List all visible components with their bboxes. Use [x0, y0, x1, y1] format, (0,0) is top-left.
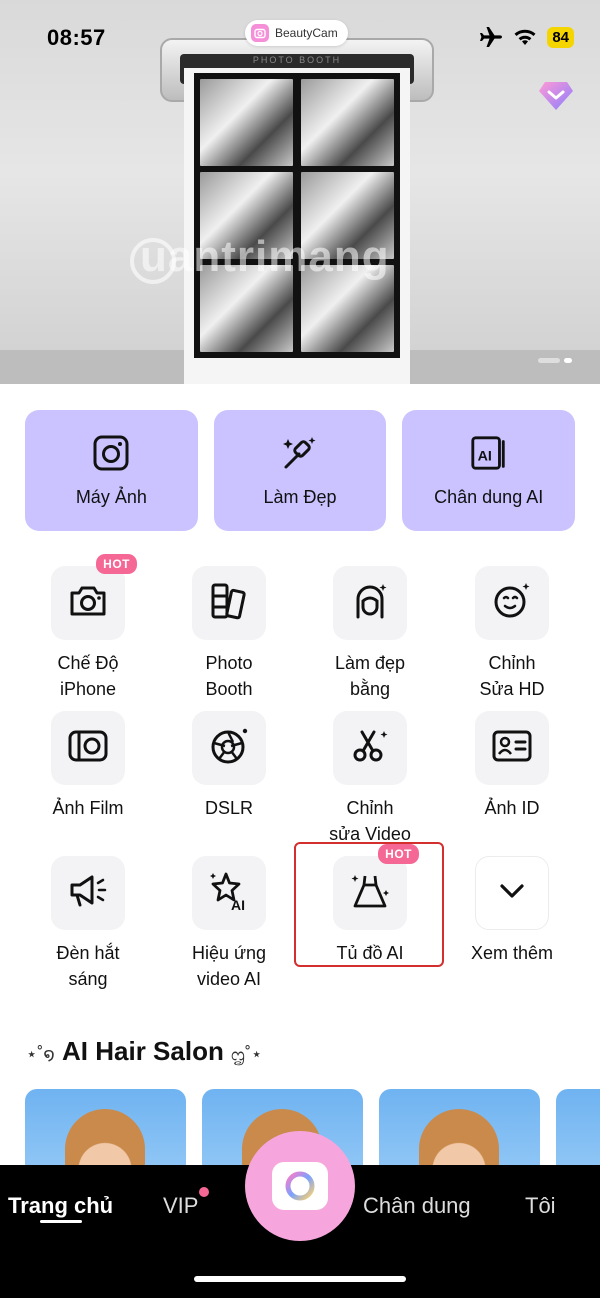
hot-badge: HOT [96, 554, 137, 574]
tool-icon-box: HOT [51, 554, 137, 640]
tool-dslr[interactable]: DSLR [159, 711, 299, 821]
status-time: 08:57 [47, 25, 106, 50]
nav-portrait[interactable]: Chân dung [363, 1193, 471, 1219]
section-title: ⋆˚໑ AI Hair Salon ᦗ˚⋆ [26, 1036, 262, 1067]
battery-indicator: 84 [547, 26, 574, 48]
booth-label: PHOTO BOOTH [252, 55, 342, 65]
photo-frame [301, 79, 394, 166]
tool-icon-box [51, 856, 125, 930]
hero-banner[interactable]: PHOTO BOOTH uantrimang BeautyCam 08:57 8… [0, 0, 600, 384]
photo-strip [184, 68, 410, 384]
strip-edge [184, 372, 410, 384]
tool-icon-box [192, 711, 266, 785]
highlight-box [294, 842, 444, 967]
scissors-icon [350, 726, 390, 771]
tool-icon-box [192, 566, 266, 640]
status-icons: 84 [479, 26, 574, 48]
svg-text:AI: AI [231, 897, 245, 912]
tool-icon-box [333, 711, 407, 785]
tool-label: Chế Độ iPhone [57, 653, 119, 699]
ai-portrait-icon: AI [469, 433, 509, 473]
film-camera-icon [67, 728, 109, 769]
banner-pagination [538, 358, 572, 363]
pagination-dot [538, 358, 560, 363]
beauty-card-label: Làm Đẹp [263, 487, 337, 507]
tool-ai-video-effect[interactable]: AI Hiệu ứng video AI [159, 856, 299, 992]
brand-pill: BeautyCam [245, 20, 348, 46]
tool-icon-box [333, 566, 407, 640]
camera-square-icon [91, 433, 131, 473]
nav-active-indicator [40, 1220, 82, 1223]
tool-hd-edit[interactable]: Chỉnh Sửa HD [442, 566, 582, 702]
vip-gem-icon[interactable] [538, 80, 574, 112]
tool-icon-box [51, 711, 125, 785]
title-decoration: ⋆˚໑ [26, 1044, 55, 1064]
photo-column [301, 79, 394, 352]
tool-label: Chỉnh Sửa HD [479, 653, 545, 699]
watermark: uantrimang [140, 232, 390, 281]
main-feature-cards: Máy Ảnh Làm Đẹp AI Chân dung AI [25, 410, 576, 531]
id-card-icon [491, 729, 533, 768]
tool-label: Photo Booth [205, 653, 253, 699]
wifi-icon [513, 28, 537, 46]
chevron-down-icon [499, 883, 525, 904]
title-decoration: ᦗ˚⋆ [231, 1044, 263, 1064]
tool-id-photo[interactable]: Ảnh ID [442, 711, 582, 821]
tool-icon-box [475, 711, 549, 785]
camera-icon [68, 584, 108, 623]
camera-card[interactable]: Máy Ảnh [25, 410, 198, 531]
photo-booth-icon [209, 581, 249, 626]
ai-portrait-card[interactable]: AI Chân dung AI [402, 410, 576, 531]
tool-label: Chỉnh sửa Video [329, 798, 411, 844]
tool-icon-box [475, 856, 549, 930]
tool-beauty-face[interactable]: Làm đẹp bằng [300, 566, 440, 702]
beauty-card[interactable]: Làm Đẹp [213, 410, 387, 531]
tool-label: DSLR [204, 798, 253, 818]
home-indicator [194, 1276, 406, 1282]
vip-notification-dot [199, 1187, 209, 1197]
nav-home[interactable]: Trang chủ [8, 1193, 113, 1219]
tool-label: Xem thêm [470, 943, 554, 963]
tool-label: Ảnh Film [52, 798, 124, 818]
tool-spotlight[interactable]: Đèn hắt sáng [18, 856, 158, 992]
camera-lens-icon [272, 1162, 328, 1210]
pagination-dot-active [564, 358, 572, 363]
tool-see-more[interactable]: Xem thêm [442, 856, 582, 966]
ai-sparkle-icon: AI [207, 870, 251, 917]
tool-iphone-mode[interactable]: HOT Chế Độ iPhone [18, 554, 158, 702]
photo-column [200, 79, 293, 352]
photo-frame [200, 79, 293, 166]
tool-icon-box [475, 566, 549, 640]
airplane-icon [479, 26, 503, 48]
brand-name: BeautyCam [275, 26, 338, 40]
nav-vip[interactable]: VIP [163, 1193, 198, 1219]
tool-icon-box: AI [192, 856, 266, 930]
aperture-icon [209, 726, 249, 771]
face-beauty-icon [350, 581, 390, 626]
photo-strip-frame [194, 73, 400, 358]
beautycam-logo-icon [251, 24, 269, 42]
camera-capture-button[interactable] [245, 1131, 355, 1241]
tool-photo-booth[interactable]: Photo Booth [159, 566, 299, 702]
makeup-brush-icon [280, 433, 320, 473]
tool-label: Làm đẹp bằng [334, 653, 406, 699]
tool-label: Hiệu ứng video AI [191, 943, 267, 989]
section-title-text: AI Hair Salon [62, 1036, 224, 1066]
svg-text:AI: AI [477, 449, 491, 465]
tool-video-edit[interactable]: Chỉnh sửa Video [300, 711, 440, 847]
nav-me[interactable]: Tôi [525, 1193, 556, 1219]
tool-label: Ảnh ID [484, 798, 540, 818]
ai-portrait-card-label: Chân dung AI [434, 487, 544, 507]
camera-card-label: Máy Ảnh [75, 487, 147, 507]
tool-film[interactable]: Ảnh Film [18, 711, 158, 821]
tool-label: Đèn hắt sáng [56, 943, 120, 989]
spotlight-icon [67, 871, 109, 916]
smile-sparkle-icon [492, 581, 532, 626]
